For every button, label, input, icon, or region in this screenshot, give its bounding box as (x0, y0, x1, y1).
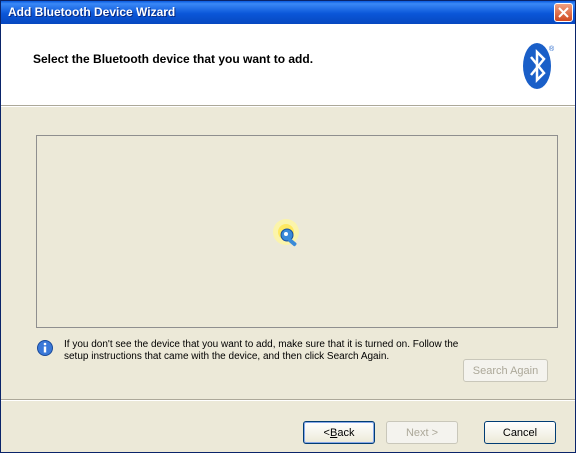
title-bar[interactable]: Add Bluetooth Device Wizard (1, 1, 575, 24)
header-divider (1, 105, 575, 107)
bluetooth-logo-icon: ® (523, 43, 555, 89)
wizard-window: Add Bluetooth Device Wizard Select the B… (0, 0, 576, 453)
window-title: Add Bluetooth Device Wizard (8, 5, 176, 19)
search-again-button[interactable]: Search Again (463, 359, 548, 382)
back-button-mnemonic: B (329, 426, 338, 439)
cancel-button[interactable]: Cancel (484, 421, 556, 444)
page-heading: Select the Bluetooth device that you wan… (33, 52, 314, 66)
back-button[interactable]: < Back (303, 421, 375, 444)
footer-divider (1, 399, 575, 401)
wizard-header: Select the Bluetooth device that you wan… (1, 24, 575, 105)
next-button[interactable]: Next > (386, 421, 458, 444)
searching-device-icon (273, 219, 299, 247)
close-icon (558, 7, 569, 18)
close-button[interactable] (554, 3, 573, 22)
back-button-label: ack (337, 426, 355, 439)
info-icon (37, 340, 53, 356)
info-message: If you don't see the device that you wan… (64, 339, 459, 362)
svg-text:®: ® (549, 45, 555, 53)
